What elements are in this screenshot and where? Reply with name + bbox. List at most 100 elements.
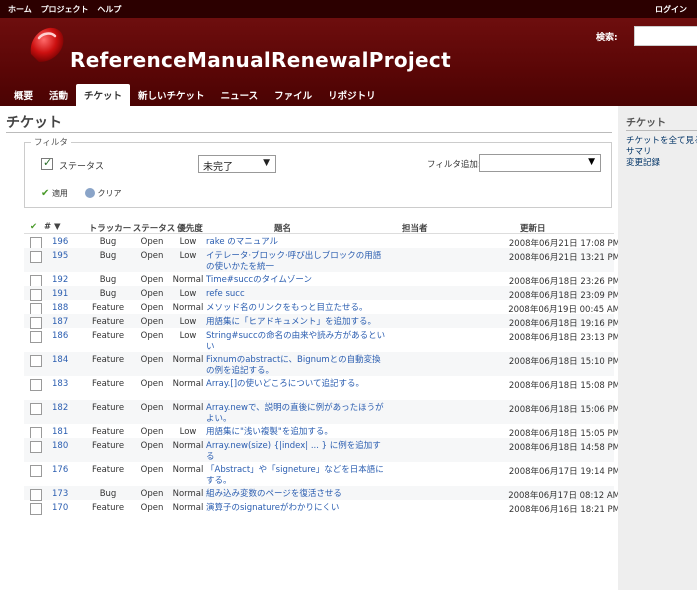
- issue-id-link[interactable]: 170: [52, 503, 68, 513]
- priority-cell: Normal: [172, 303, 204, 313]
- updated-cell: 2008年06月21日 13:21 PM: [508, 253, 620, 263]
- issue-id-link[interactable]: 186: [52, 331, 68, 341]
- toggle-all-checkmark-icon[interactable]: ✔: [30, 222, 37, 232]
- issue-id-link[interactable]: 191: [52, 289, 68, 299]
- issue-id-link[interactable]: 187: [52, 317, 68, 327]
- login-link[interactable]: ログイン: [655, 4, 687, 15]
- table-row[interactable]: 183 Feature Open Normal Array.[]の使いどころについて追記…: [24, 376, 620, 400]
- priority-cell: Normal: [172, 465, 204, 475]
- tab-repository[interactable]: リポジトリ: [320, 84, 384, 106]
- tab-new-issue[interactable]: 新しいチケット: [130, 84, 213, 106]
- issue-id-link[interactable]: 192: [52, 275, 68, 285]
- issue-id-link[interactable]: 173: [52, 489, 68, 499]
- subject-link[interactable]: 組み込み変数のページを復活させる: [206, 489, 386, 500]
- issue-id-link[interactable]: 180: [52, 441, 68, 451]
- row-checkbox[interactable]: [30, 465, 42, 477]
- table-row[interactable]: 186 Feature Open Low String#succの命名の由来や読み方があ…: [24, 328, 620, 353]
- tab-overview[interactable]: 概要: [6, 84, 41, 106]
- table-row[interactable]: 184 Feature Open Normal Fixnumのabstractに、Big…: [24, 352, 620, 377]
- top-link-help[interactable]: ヘルプ: [97, 5, 121, 14]
- priority-cell: Normal: [172, 503, 204, 513]
- table-row[interactable]: 188 Feature Open Normal メソッド名のリンクをもっと目立たせる。 2…: [24, 300, 620, 315]
- table-row[interactable]: 192 Bug Open Normal Time#succのタイムゾーン 2008年06月…: [24, 272, 620, 287]
- table-row[interactable]: 182 Feature Open Normal Array.newで、説明の直後に例があ…: [24, 400, 620, 425]
- tracker-cell: Feature: [91, 379, 125, 389]
- sidebar-links: チケットを全て見る サマリ 変更記録: [626, 136, 697, 169]
- table-row[interactable]: 191 Bug Open Low refe succ 2008年06月18日 23:09 …: [24, 286, 620, 301]
- issue-id-link[interactable]: 182: [52, 403, 68, 413]
- status-filter-checkbox[interactable]: [41, 156, 53, 170]
- status-cell: Open: [140, 237, 164, 247]
- header-assignee[interactable]: 担当者: [402, 222, 428, 234]
- subject-link[interactable]: Time#succのタイムゾーン: [206, 275, 386, 286]
- header: ReferenceManualRenewalProject 検索: 概要 活動 …: [0, 18, 697, 106]
- table-row[interactable]: 181 Feature Open Low 用語集に"浅い複製"を追加する。 2008年06…: [24, 424, 620, 439]
- status-operator-select[interactable]: 未完了 ▼: [198, 155, 276, 173]
- sidebar-divider: [626, 130, 697, 131]
- table-row[interactable]: 187 Feature Open Low 用語集に「ヒアドキュメント」を追加する。 200…: [24, 314, 620, 329]
- header-priority[interactable]: 優先度: [174, 222, 206, 234]
- row-checkbox[interactable]: [30, 379, 42, 391]
- issue-id-link[interactable]: 176: [52, 465, 68, 475]
- header-tracker[interactable]: トラッカー: [88, 222, 132, 234]
- subject-link[interactable]: refe succ: [206, 289, 386, 300]
- row-checkbox[interactable]: [30, 441, 42, 453]
- apply-button[interactable]: ✔ 適用: [41, 188, 68, 199]
- subject-link[interactable]: 用語集に「ヒアドキュメント」を追加する。: [206, 317, 386, 328]
- tracker-cell: Feature: [91, 465, 125, 475]
- table-row[interactable]: 176 Feature Open Normal 「Abstract」や「signetur…: [24, 462, 620, 487]
- tab-files[interactable]: ファイル: [266, 84, 320, 106]
- subject-link[interactable]: Fixnumのabstractに、Bignumとの自動変換の例を追記する。: [206, 355, 386, 377]
- table-row[interactable]: 195 Bug Open Low イテレータ·ブロック·呼び出しブロックの用語の使いかた…: [24, 248, 620, 273]
- header-status[interactable]: ステータス: [132, 222, 176, 234]
- tracker-cell: Feature: [91, 317, 125, 327]
- header-updated[interactable]: 更新日: [520, 222, 546, 234]
- main-content: チケット フィルタ ステータス 未完了 ▼ フィルタ追加: ▼ ✔ 適用 クリア: [0, 106, 620, 590]
- row-checkbox[interactable]: [30, 331, 42, 343]
- top-link-home[interactable]: ホーム: [8, 5, 32, 14]
- issue-id-link[interactable]: 196: [52, 237, 68, 247]
- status-cell: Open: [140, 317, 164, 327]
- table-row[interactable]: 170 Feature Open Normal 演算子のsignatureがわかりにくい…: [24, 500, 620, 515]
- add-filter-select[interactable]: ▼: [479, 154, 601, 172]
- issue-id-link[interactable]: 181: [52, 427, 68, 437]
- subject-link[interactable]: 演算子のsignatureがわかりにくい: [206, 503, 386, 514]
- sidebar-link-all-issues[interactable]: チケットを全て見る: [626, 136, 697, 147]
- status-cell: Open: [140, 303, 164, 313]
- row-checkbox[interactable]: [30, 403, 42, 415]
- row-checkbox[interactable]: [30, 355, 42, 367]
- tab-issues[interactable]: チケット: [76, 84, 131, 106]
- subject-link[interactable]: Array.[]の使いどころについて追記する。: [206, 379, 386, 390]
- issue-id-link[interactable]: 195: [52, 251, 68, 261]
- sidebar-link-summary[interactable]: サマリ: [626, 147, 697, 158]
- tracker-cell: Feature: [91, 355, 125, 365]
- subject-link[interactable]: rake のマニュアル: [206, 237, 386, 248]
- tab-news[interactable]: ニュース: [213, 84, 267, 106]
- search-input[interactable]: [634, 26, 697, 46]
- subject-link[interactable]: イテレータ·ブロック·呼び出しブロックの用語の使いかたを統一: [206, 251, 386, 273]
- issues-table: ✔ # ▼ トラッカー ステータス 優先度 題名 担当者 更新日 196 Bug O…: [24, 222, 620, 515]
- header-id[interactable]: #: [44, 222, 51, 232]
- table-row[interactable]: 173 Bug Open Normal 組み込み変数のページを復活させる 2008年06月…: [24, 486, 620, 501]
- filter-legend[interactable]: フィルタ: [31, 136, 71, 148]
- sidebar-link-changelog[interactable]: 変更記録: [626, 158, 697, 169]
- table-row[interactable]: 180 Feature Open Normal Array.new(size) {|in…: [24, 438, 620, 463]
- row-checkbox[interactable]: [30, 503, 42, 515]
- table-header: ✔ # ▼ トラッカー ステータス 優先度 題名 担当者 更新日: [24, 222, 614, 234]
- status-cell: Open: [140, 441, 164, 451]
- row-checkbox[interactable]: [30, 251, 42, 263]
- subject-link[interactable]: String#succの命名の由来や読み方があるといい: [206, 331, 386, 353]
- top-link-projects[interactable]: プロジェクト: [41, 5, 89, 14]
- table-row[interactable]: 196 Bug Open Low rake のマニュアル 2008年06月21日 17:0…: [24, 234, 620, 249]
- issue-id-link[interactable]: 184: [52, 355, 68, 365]
- subject-link[interactable]: Array.newで、説明の直後に例があったほうがよい。: [206, 403, 386, 425]
- issue-id-link[interactable]: 183: [52, 379, 68, 389]
- header-subject[interactable]: 題名: [274, 222, 291, 234]
- subject-link[interactable]: メソッド名のリンクをもっと目立たせる。: [206, 303, 386, 314]
- subject-link[interactable]: 「Abstract」や「signeture」などを日本語にする。: [206, 465, 386, 487]
- clear-button[interactable]: クリア: [85, 188, 122, 199]
- subject-link[interactable]: Array.new(size) {|index| ... } に例を追加する: [206, 441, 386, 463]
- subject-link[interactable]: 用語集に"浅い複製"を追加する。: [206, 427, 386, 438]
- tab-activity[interactable]: 活動: [41, 84, 76, 106]
- issue-id-link[interactable]: 188: [52, 303, 68, 313]
